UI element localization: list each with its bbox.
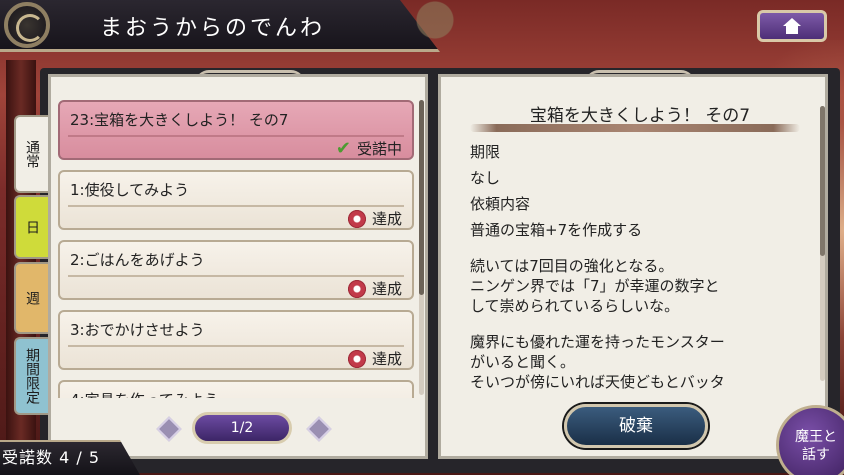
quest-list: 23:宝箱を大きくしよう！ その7 ✔ 受諾中 1:使役してみよう 達成 2:ご… (58, 100, 414, 398)
quest-title: 4:家具を作ってみよう (70, 389, 219, 398)
detail-scrollbar[interactable] (820, 106, 825, 381)
title-bar: まおうからのでんわ (0, 0, 440, 52)
gear-ornament-icon (400, 0, 480, 52)
flower-icon (347, 279, 366, 298)
quest-status-label: 受諾中 (356, 140, 402, 158)
quest-item-selected[interactable]: 23:宝箱を大きくしよう！ その7 ✔ 受諾中 (58, 100, 414, 160)
prev-page-button[interactable] (156, 416, 182, 442)
detail-body: 期限 なし 依頼内容 普通の宝箱+7を作成する 続いては7回目の強化となる。 ニ… (470, 142, 815, 397)
home-icon (783, 18, 801, 34)
flower-icon (347, 209, 366, 228)
quest-status: 達成 (347, 278, 402, 299)
divider (68, 205, 404, 207)
request-label: 依頼内容 (470, 194, 557, 216)
accept-count: 受諾数 4 / 5 (0, 440, 140, 475)
page-title: まおうからのでんわ (100, 16, 326, 41)
deadline-label: 期限 (470, 142, 527, 164)
flower-icon (347, 349, 366, 368)
detail-heading: 宝箱を大きくしよう！ その7 (529, 106, 751, 126)
quest-status-label: 達成 (371, 280, 402, 298)
quest-status-label: 達成 (371, 350, 402, 368)
quest-status: 達成 (347, 348, 402, 369)
quest-status: ✔ 受諾中 (336, 138, 402, 159)
quest-title: 2:ごはんをあげよう (70, 251, 205, 269)
quest-list-scrollbar[interactable] (419, 100, 424, 395)
deadline-value: なし (470, 169, 501, 187)
quest-item[interactable]: 3:おでかけさせよう 達成 (58, 310, 414, 370)
next-page-button[interactable] (306, 416, 332, 442)
tab-limited-time[interactable]: 期間限定 (14, 337, 48, 415)
quest-item[interactable]: 2:ごはんをあげよう 達成 (58, 240, 414, 300)
quest-item[interactable]: 1:使役してみよう 達成 (58, 170, 414, 230)
divider (68, 135, 404, 137)
discard-button[interactable]: 破棄 (564, 404, 708, 448)
quest-title: 23:宝箱を大きくしよう！ その7 (70, 111, 289, 129)
tab-daily[interactable]: 日 (14, 195, 48, 259)
tab-normal[interactable]: 通常 (14, 115, 48, 193)
divider (68, 345, 404, 347)
talk-button-label: 魔王と 話す (795, 429, 837, 463)
check-icon: ✔ (335, 138, 351, 159)
quest-status-label: 達成 (371, 210, 402, 228)
tab-weekly[interactable]: 週 (14, 262, 48, 334)
home-button[interactable] (757, 10, 827, 42)
description-paragraph: 魔界にも優れた運を持ったモンスター がいると聞く。 そいつが傍にいれば天使どもと… (470, 333, 725, 391)
request-value: 普通の宝箱+7を作成する (470, 221, 643, 239)
quest-title: 1:使役してみよう (70, 181, 190, 199)
pagination: 1/2 (150, 408, 340, 448)
divider (68, 275, 404, 277)
description-paragraph: 続いては7回目の強化となる。 ニンゲン界では「7」が幸運の数字と して崇められて… (470, 257, 720, 315)
heading-rule (470, 124, 800, 132)
quest-item[interactable]: 4:家具を作ってみよう (58, 380, 414, 398)
page-indicator: 1/2 (192, 412, 292, 444)
quest-title: 3:おでかけさせよう (70, 321, 205, 339)
scrollbar-thumb[interactable] (820, 106, 825, 256)
scrollbar-thumb[interactable] (419, 100, 424, 295)
quest-status: 達成 (347, 208, 402, 229)
ornament-icon (4, 2, 50, 48)
